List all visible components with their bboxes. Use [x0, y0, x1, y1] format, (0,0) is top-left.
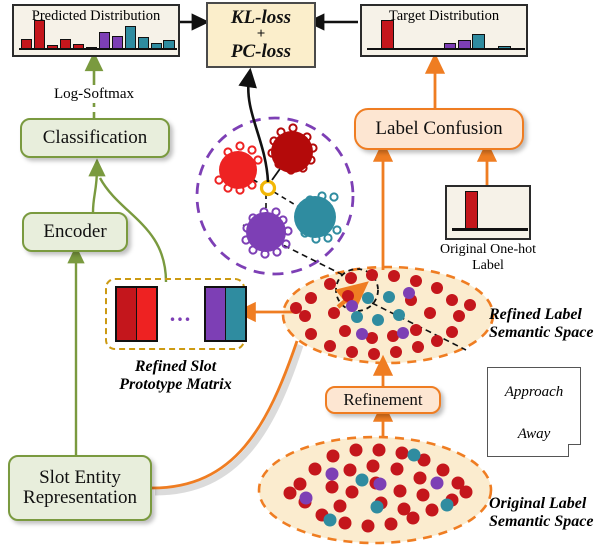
prototype-column-group — [115, 286, 158, 342]
target-axis-line — [367, 48, 525, 50]
predicted-distribution-bars — [21, 19, 175, 49]
loss-plus-label: + — [256, 26, 266, 43]
bar — [472, 34, 485, 49]
onehot-bars — [453, 190, 527, 230]
onehot-caption-line2: Label — [472, 257, 504, 273]
legend-dogear-corner — [568, 444, 581, 457]
target-distribution-panel: Target Distribution — [360, 4, 528, 57]
target-distribution-bars — [369, 19, 523, 49]
original-space-caption: Original Label Semantic Space — [489, 495, 601, 532]
refined-space-line2: Semantic Space — [489, 324, 594, 342]
onehot-caption: Original One-hot Label — [428, 242, 548, 273]
original-space-line2: Semantic Space — [489, 513, 594, 531]
legend-panel: Approach Away — [487, 367, 581, 457]
pc-loss-label: PC-loss — [230, 40, 292, 62]
prototype-matrix-caption: Refined Slot Prototype Matrix — [98, 358, 253, 394]
prototype-caption-line1: Refined Slot — [134, 358, 217, 375]
refinement-box[interactable]: Refinement — [325, 386, 441, 414]
encoder-to-classification-arrow — [88, 158, 106, 213]
encoder-label: Encoder — [43, 221, 107, 243]
prototype-column — [206, 288, 226, 340]
prototype-disc-bright-red — [219, 151, 257, 189]
onehot-axis-line — [452, 228, 528, 231]
prototype-column — [137, 288, 156, 340]
original-space-line1: Original Label — [489, 495, 587, 512]
prototype-columns: ... — [115, 286, 247, 342]
onehot-label-panel — [445, 185, 531, 240]
bar — [381, 19, 394, 49]
prototype-disc-dark-red — [271, 131, 313, 173]
encoder-box[interactable]: Encoder — [22, 212, 128, 252]
kl-loss-label: KL-loss — [230, 7, 292, 29]
predicted-distribution-panel: Predicted Distribution — [12, 4, 180, 57]
prototype-caption-line2: Prototype Matrix — [119, 375, 232, 393]
diagram-canvas: Predicted Distribution KL-loss + PC-loss… — [0, 0, 602, 548]
label-confusion-box[interactable]: Label Confusion — [354, 108, 524, 150]
legend-away-label: Away — [517, 426, 551, 442]
log-softmax-label: Log-Softmax — [54, 86, 134, 102]
prototype-column-group — [204, 286, 247, 342]
loss-box: KL-loss + PC-loss — [206, 2, 316, 68]
prototype-disc-purple — [246, 212, 286, 252]
classification-box[interactable]: Classification — [20, 118, 170, 158]
prototype-matrix-container: ... — [105, 278, 247, 350]
predicted-axis-line — [19, 48, 177, 50]
prototype-center-marker — [259, 179, 277, 197]
bar — [98, 31, 111, 49]
refinement-label: Refinement — [343, 390, 423, 410]
bar — [33, 20, 46, 49]
prototype-column — [117, 288, 137, 340]
bar — [124, 26, 137, 49]
prototype-disc-teal — [294, 196, 336, 238]
prototype-ellipsis: ... — [169, 301, 193, 326]
classification-label: Classification — [42, 127, 148, 149]
slot-entity-line1: Slot Entity — [39, 467, 121, 489]
slot-entity-representation-box[interactable]: Slot Entity Representation — [8, 455, 152, 521]
onehot-caption-line1: Original One-hot — [439, 242, 537, 257]
legend-approach-label: Approach — [504, 384, 564, 400]
prototype-column — [226, 288, 245, 340]
bar — [465, 191, 478, 230]
refined-space-caption: Refined Label Semantic Space — [489, 306, 601, 343]
refined-space-line1: Refined Label — [489, 306, 582, 323]
slot-entity-line2: Representation — [23, 487, 137, 508]
label-confusion-label: Label Confusion — [375, 118, 503, 140]
